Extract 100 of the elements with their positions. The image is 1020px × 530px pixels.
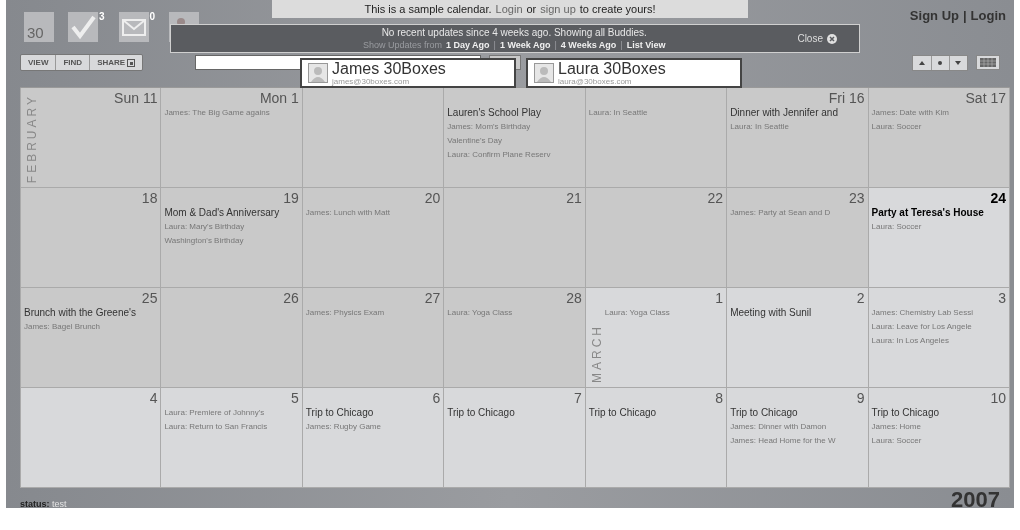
day-cell[interactable]: 28 Laura: Yoga Class — [444, 288, 586, 388]
buddy-event[interactable]: James: Chemistry Lab Sessi — [871, 307, 1006, 318]
buddy-event[interactable]: James: Mom's Birthday — [447, 121, 582, 132]
toolbar-button[interactable]: SHARE — [89, 55, 143, 70]
envelope-icon[interactable] — [118, 12, 149, 42]
event-title[interactable]: Lauren's School Play — [447, 107, 582, 118]
day-cell[interactable]: 4 — [20, 388, 162, 488]
day-number: 24 — [990, 190, 1006, 207]
buddy-event[interactable]: James: Home — [871, 421, 1006, 432]
day-cell[interactable]: Lauren's School Play James: Mom's Birthday Valentine's Day Laura: Confirm Plane Reserv — [444, 88, 586, 188]
event-title[interactable]: Dinner with Jennifer and — [730, 107, 865, 118]
day-cell[interactable]: 24 Party at Teresa's House Laura: Soccer — [868, 188, 1010, 288]
month-view-button[interactable] — [976, 55, 1000, 70]
day-cell[interactable]: 1 MARCH Laura: Yoga Class — [585, 288, 728, 388]
day-cell[interactable]: 8 Trip to Chicago — [585, 388, 728, 488]
day-cell[interactable]: 5 Laura: Premiere of Johnny's Laura: Return to San Francis — [161, 388, 303, 488]
buddy-event[interactable]: James: Physics Exam — [305, 307, 441, 318]
buddy-event[interactable]: James: The Big Game agains — [164, 107, 299, 118]
day-number: 1 — [715, 290, 724, 307]
checkmark-icon[interactable] — [68, 12, 98, 42]
day-cell[interactable]: Laura: In Seattle — [585, 88, 728, 188]
buddy-event[interactable]: Washington's Birthday — [164, 235, 299, 246]
buddy-event[interactable]: Laura: Soccer — [871, 435, 1006, 446]
day-number: 18 — [141, 190, 158, 207]
month-label: MARCH — [588, 324, 605, 383]
day-cell[interactable]: 20 James: Lunch with Matt — [302, 188, 445, 288]
account-link[interactable]: Sign Up — [909, 6, 959, 26]
buddy-event[interactable]: James: Bagel Brunch — [24, 321, 158, 332]
separator: | — [962, 7, 967, 25]
buddy-event[interactable]: Laura: Yoga Class — [604, 307, 724, 318]
avatar-icon — [308, 63, 328, 83]
day-cell[interactable]: Sun 11 FEBRUARY — [20, 88, 162, 188]
buddy-event[interactable]: Laura: Leave for Los Angele — [871, 321, 1006, 332]
buddy-event[interactable]: James: Rugby Game — [305, 421, 441, 432]
day-cell[interactable]: 26 — [161, 288, 303, 388]
buddy-event[interactable]: James: Lunch with Matt — [305, 207, 441, 218]
day-cell[interactable]: 21 — [444, 188, 586, 288]
event-title[interactable]: Trip to Chicago — [871, 407, 1006, 418]
buddy-event[interactable]: James: Dinner with Damon — [730, 421, 865, 432]
event-title[interactable]: Trip to Chicago — [730, 407, 865, 418]
day-cell[interactable]: 6 Trip to Chicago James: Rugby Game — [302, 388, 445, 488]
event-title[interactable]: Party at Teresa's House — [871, 207, 1006, 218]
buddy-email: james@30boxes.com — [332, 77, 411, 86]
day-number: 4 — [149, 390, 158, 407]
event-title[interactable]: Trip to Chicago — [447, 407, 582, 418]
day-number: 9 — [856, 390, 865, 407]
updates-link[interactable]: 4 Weeks Ago — [560, 38, 617, 51]
day-cell[interactable]: 7 Trip to Chicago — [444, 388, 586, 488]
day-cell[interactable]: 22 — [585, 188, 728, 288]
toolbar-button[interactable]: FIND — [55, 55, 90, 70]
day-cell[interactable]: 23 James: Party at Sean and D — [727, 188, 869, 288]
buddy-event[interactable]: Laura: Soccer — [871, 221, 1006, 232]
updates-link[interactable]: 1 Day Ago — [445, 38, 490, 51]
buddy-event[interactable]: Laura: Yoga Class — [447, 307, 582, 318]
buddy-event[interactable]: Valentine's Day — [447, 135, 582, 146]
updates-link[interactable]: List View — [626, 38, 666, 51]
navigation-button-group[interactable] — [912, 54, 968, 71]
calendar-button[interactable]: 30 — [24, 12, 54, 42]
updates-prefix: Show Updates from — [362, 38, 442, 51]
event-title[interactable]: Mom & Dad's Anniversary — [164, 207, 299, 218]
dot-icon — [936, 58, 945, 67]
count-label: 3 — [99, 12, 105, 22]
buddy-event[interactable]: Laura: Confirm Plane Reserv — [447, 149, 582, 160]
day-number: 25 — [141, 290, 158, 307]
day-cell[interactable]: 2 Meeting with Sunil — [727, 288, 869, 388]
day-number: Mon 1 — [259, 90, 299, 107]
day-cell[interactable]: 10 Trip to Chicago James: Home Laura: Soccer — [868, 388, 1010, 488]
toolbar-button[interactable]: VIEW — [21, 55, 56, 70]
event-title[interactable]: Brunch with the Greene's — [24, 307, 158, 318]
buddy-event[interactable]: James: Party at Sean and D — [730, 207, 865, 218]
day-cell[interactable]: 27 James: Physics Exam — [302, 288, 445, 388]
buddy-event[interactable]: Laura: In Los Angeles — [871, 335, 1006, 346]
updates-link[interactable]: 1 Week Ago — [499, 38, 551, 51]
day-cell[interactable]: 18 — [20, 188, 162, 288]
buddy-event[interactable]: Laura: Return to San Francis — [164, 421, 299, 432]
count-label: 0 — [149, 12, 156, 22]
close-button[interactable]: Close — [797, 31, 837, 46]
account-link[interactable]: Login — [970, 6, 1006, 26]
buddy-event[interactable]: Laura: In Seattle — [588, 107, 724, 118]
day-cell[interactable]: 9 Trip to Chicago James: Dinner with Damon James: Head Home for the W — [727, 388, 869, 488]
day-number: 5 — [291, 390, 299, 407]
event-title[interactable]: Meeting with Sunil — [730, 307, 865, 318]
buddy-event[interactable]: Laura: Premiere of Johnny's — [164, 407, 299, 418]
banner-link[interactable]: sign up — [540, 0, 576, 18]
buddy-event[interactable]: James: Head Home for the W — [730, 435, 865, 446]
day-cell[interactable]: Sat 17 James: Date with Kim Laura: Soccer — [868, 88, 1010, 188]
day-number: 22 — [707, 190, 724, 207]
day-cell[interactable]: 19 Mom & Dad's Anniversary Laura: Mary's Birthday Washington's Birthday — [161, 188, 303, 288]
event-title[interactable]: Trip to Chicago — [305, 407, 441, 418]
buddy-event[interactable]: Laura: Mary's Birthday — [164, 221, 299, 232]
day-cell[interactable]: Mon 1 James: The Big Game agains — [161, 88, 303, 188]
buddy-event[interactable]: James: Date with Kim — [871, 107, 1006, 118]
event-title[interactable]: Trip to Chicago — [588, 407, 724, 418]
day-number: 8 — [715, 390, 724, 407]
day-cell[interactable]: 25 Brunch with the Greene's James: Bagel Brunch — [20, 288, 162, 388]
day-cell[interactable] — [302, 88, 445, 188]
day-number: 10 — [990, 390, 1006, 407]
day-cell[interactable]: 3 James: Chemistry Lab Sessi Laura: Leave for Los Angele Laura: In Los Angeles — [868, 288, 1010, 388]
banner-link[interactable]: Login — [495, 0, 523, 18]
buddy-event[interactable]: Laura: Soccer — [871, 121, 1006, 132]
